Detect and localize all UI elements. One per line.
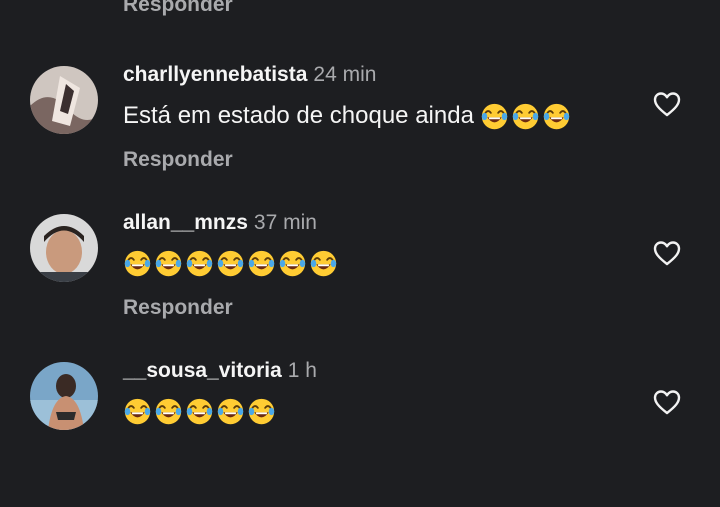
face-with-tears-of-joy-icon — [542, 102, 571, 131]
face-with-tears-of-joy-icon — [154, 249, 183, 278]
face-with-tears-of-joy-icon — [154, 397, 183, 426]
reply-link-previous[interactable]: Responder — [123, 0, 233, 17]
comment-header: allan__mnzs 37 min — [123, 211, 317, 235]
face-with-tears-of-joy-icon — [123, 397, 152, 426]
reply-link[interactable]: Responder — [123, 296, 233, 320]
face-with-tears-of-joy-icon — [216, 397, 245, 426]
comment-item: charllyennebatista 24 min Está em estado … — [0, 63, 720, 211]
emoji-group — [123, 397, 278, 426]
timestamp: 37 min — [253, 211, 317, 234]
comment-text — [123, 397, 278, 426]
comment-item: __sousa_vitoria 1 h — [0, 359, 720, 507]
heart-outline-icon[interactable] — [652, 239, 682, 267]
face-with-tears-of-joy-icon — [480, 102, 509, 131]
comment-text-body: Está em estado de choque ainda — [123, 102, 474, 129]
face-with-tears-of-joy-icon — [123, 249, 152, 278]
face-with-tears-of-joy-icon — [247, 249, 276, 278]
avatar[interactable] — [30, 214, 98, 282]
comment-text: Está em estado de choque ainda — [123, 101, 573, 131]
heart-outline-icon[interactable] — [652, 388, 682, 416]
face-with-tears-of-joy-icon — [278, 249, 307, 278]
emoji-group — [480, 102, 573, 131]
username[interactable]: allan__mnzs — [123, 211, 248, 234]
comment-text — [123, 249, 340, 278]
face-with-tears-of-joy-icon — [185, 397, 214, 426]
timestamp: 1 h — [287, 359, 317, 382]
reply-link[interactable]: Responder — [123, 148, 233, 172]
comment-header: __sousa_vitoria 1 h — [123, 359, 317, 383]
face-with-tears-of-joy-icon — [247, 397, 276, 426]
emoji-group — [123, 249, 340, 278]
avatar[interactable] — [30, 362, 98, 430]
face-with-tears-of-joy-icon — [511, 102, 540, 131]
face-with-tears-of-joy-icon — [185, 249, 214, 278]
username[interactable]: charllyennebatista — [123, 63, 307, 86]
comment-header: charllyennebatista 24 min — [123, 63, 376, 87]
avatar[interactable] — [30, 66, 98, 134]
face-with-tears-of-joy-icon — [309, 249, 338, 278]
username[interactable]: __sousa_vitoria — [123, 359, 282, 382]
timestamp: 24 min — [313, 63, 377, 86]
heart-outline-icon[interactable] — [652, 90, 682, 118]
face-with-tears-of-joy-icon — [216, 249, 245, 278]
comment-item: allan__mnzs 37 min Responder — [0, 211, 720, 359]
